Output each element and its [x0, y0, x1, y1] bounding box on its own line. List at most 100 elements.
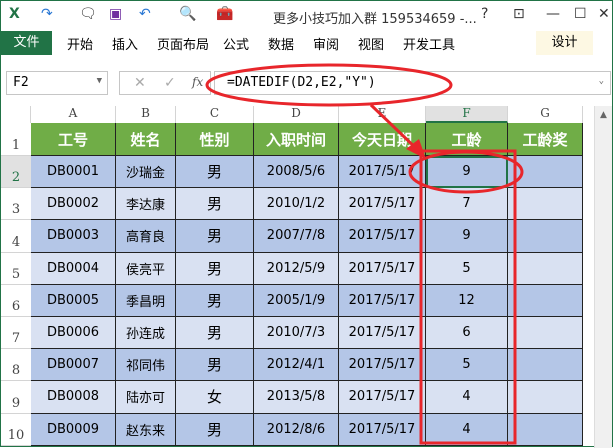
table-cell[interactable]: 沙瑞金: [116, 156, 176, 189]
table-cell[interactable]: [508, 252, 583, 285]
table-cell[interactable]: 2017/5/17: [339, 317, 426, 350]
table-cell[interactable]: 2013/5/8: [254, 381, 339, 414]
table-cell[interactable]: DB0008: [31, 381, 116, 414]
row-header-5[interactable]: 5: [1, 253, 31, 285]
table-cell[interactable]: 祁同伟: [116, 349, 176, 382]
table-cell[interactable]: 赵东来: [116, 413, 176, 446]
column-header-B[interactable]: B: [116, 106, 176, 123]
tab-home[interactable]: 开始: [67, 34, 93, 53]
table-cell[interactable]: 4: [426, 381, 508, 414]
table-cell[interactable]: 男: [176, 317, 254, 350]
tab-insert[interactable]: 插入: [112, 34, 138, 53]
tab-page-layout[interactable]: 页面布局: [157, 34, 209, 53]
table-cell[interactable]: 2010/1/2: [254, 188, 339, 221]
row-header-3[interactable]: 3: [1, 188, 31, 221]
vertical-scrollbar[interactable]: ▲: [594, 106, 612, 448]
table-cell[interactable]: 5: [426, 349, 508, 382]
table-cell[interactable]: 7: [426, 188, 508, 221]
table-cell[interactable]: 季昌明: [116, 284, 176, 317]
row-header-7[interactable]: 7: [1, 317, 31, 350]
maximize-button[interactable]: ☐: [574, 6, 587, 22]
table-cell[interactable]: DB0009: [31, 413, 116, 446]
table-cell[interactable]: 男: [176, 252, 254, 285]
help-button[interactable]: ?: [481, 6, 488, 22]
comment-icon[interactable]: 🗨: [79, 6, 97, 22]
table-cell[interactable]: 12: [426, 284, 508, 317]
table-cell[interactable]: DB0003: [31, 220, 116, 253]
table-cell[interactable]: [508, 317, 583, 350]
table-cell[interactable]: 6: [426, 317, 508, 350]
select-all-corner[interactable]: [1, 106, 31, 123]
table-cell[interactable]: DB0001: [31, 156, 116, 189]
tab-design[interactable]: 设计: [536, 31, 593, 55]
table-cell[interactable]: 5: [426, 252, 508, 285]
table-cell[interactable]: DB0006: [31, 317, 116, 350]
minimize-button[interactable]: —: [546, 6, 560, 22]
table-cell[interactable]: 2012/8/6: [254, 413, 339, 446]
table-cell[interactable]: 2017/5/17: [339, 156, 426, 189]
save-icon[interactable]: ▣: [109, 6, 122, 22]
table-cell[interactable]: 4: [426, 413, 508, 446]
insert-function-icon[interactable]: fx: [192, 75, 203, 89]
table-cell[interactable]: 2017/5/17: [339, 188, 426, 221]
table-cell[interactable]: [508, 349, 583, 382]
table-cell[interactable]: 2012/4/1: [254, 349, 339, 382]
table-cell[interactable]: 男: [176, 220, 254, 253]
enter-icon[interactable]: ✓: [164, 75, 176, 91]
table-cell[interactable]: 侯亮平: [116, 252, 176, 285]
table-cell[interactable]: [508, 413, 583, 446]
column-header-G[interactable]: G: [508, 106, 583, 123]
table-cell[interactable]: 2017/5/17: [339, 349, 426, 382]
selected-cell[interactable]: 9: [426, 156, 508, 189]
table-cell[interactable]: 2012/5/9: [254, 252, 339, 285]
name-box[interactable]: F2 ▼: [6, 71, 108, 95]
redo-icon[interactable]: ↷: [41, 6, 53, 22]
table-cell[interactable]: DB0007: [31, 349, 116, 382]
table-cell[interactable]: [508, 156, 583, 189]
cancel-icon[interactable]: ✕: [134, 75, 146, 91]
table-cell[interactable]: 2017/5/17: [339, 252, 426, 285]
column-header-F[interactable]: F: [426, 106, 508, 123]
expand-icon[interactable]: ⌄: [599, 76, 604, 86]
column-header-C[interactable]: C: [176, 106, 254, 123]
table-cell[interactable]: [508, 284, 583, 317]
table-cell[interactable]: 2017/5/17: [339, 381, 426, 414]
table-cell[interactable]: 2017/5/17: [339, 220, 426, 253]
table-cell[interactable]: 男: [176, 349, 254, 382]
tab-review[interactable]: 审阅: [313, 34, 339, 53]
table-cell[interactable]: 2017/5/17: [339, 284, 426, 317]
row-header-9[interactable]: 9: [1, 381, 31, 414]
table-cell[interactable]: 9: [426, 220, 508, 253]
row-header-10[interactable]: 10: [1, 414, 31, 446]
table-cell[interactable]: DB0005: [31, 284, 116, 317]
table-cell[interactable]: [508, 220, 583, 253]
column-header-A[interactable]: A: [31, 106, 116, 123]
column-header-E[interactable]: E: [339, 106, 426, 123]
tab-data[interactable]: 数据: [268, 34, 294, 53]
column-header-D[interactable]: D: [254, 106, 339, 123]
table-cell[interactable]: DB0002: [31, 188, 116, 221]
row-header-1[interactable]: 1: [1, 123, 31, 156]
tab-formulas[interactable]: 公式: [223, 34, 249, 53]
print-preview-icon[interactable]: 🔍: [179, 6, 196, 22]
undo-icon[interactable]: ↶: [139, 6, 151, 22]
table-cell[interactable]: 女: [176, 381, 254, 414]
table-cell[interactable]: [508, 188, 583, 221]
toolbox-icon[interactable]: 🧰: [216, 6, 233, 22]
row-header-2[interactable]: 2: [1, 156, 31, 189]
row-header-6[interactable]: 6: [1, 285, 31, 317]
row-header-4[interactable]: 4: [1, 220, 31, 253]
tab-developer[interactable]: 开发工具: [403, 34, 455, 53]
scroll-up-icon[interactable]: ▲: [595, 110, 612, 120]
table-cell[interactable]: 男: [176, 413, 254, 446]
table-cell[interactable]: [508, 381, 583, 414]
table-cell[interactable]: 男: [176, 156, 254, 189]
table-cell[interactable]: 2007/7/8: [254, 220, 339, 253]
formula-input[interactable]: =DATEDIF(D2,E2,"Y") ⌄: [214, 71, 611, 95]
chevron-down-icon[interactable]: ▼: [97, 76, 102, 86]
table-cell[interactable]: 2017/5/17: [339, 413, 426, 446]
ribbon-display-button[interactable]: ⊡: [513, 6, 525, 22]
tab-view[interactable]: 视图: [358, 34, 384, 53]
table-cell[interactable]: 男: [176, 188, 254, 221]
row-header-8[interactable]: 8: [1, 349, 31, 382]
